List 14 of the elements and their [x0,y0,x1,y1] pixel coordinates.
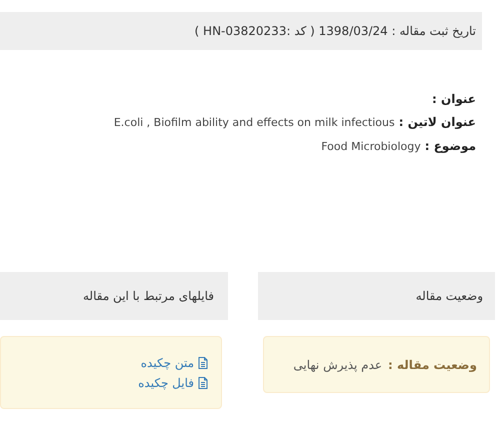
field-value: Food Microbiology [321,138,421,154]
status-label: وضعیت مقاله : [388,356,477,374]
field-label: عنوان لاتین : [398,114,476,131]
file-link[interactable]: متن چکیده [140,354,194,372]
field-label: موضوع : [424,138,476,154]
field-value: E.coli , Biofilm ability and effects on milk infectious [114,115,395,131]
file-link[interactable]: فایل چکیده [138,374,194,392]
panel-title: وضعیت مقاله [416,288,483,305]
field-label: عنوان : [432,91,476,108]
registration-date-text: تاریخ ثبت مقاله : 1398/03/24 ( کد :HN-03820233 ) [194,23,476,40]
panel-title: فایلهای مرتبط با این مقاله [83,288,214,305]
status-value: عدم پذیرش نهایی [293,356,382,374]
document-icon [198,376,208,388]
document-icon [198,356,208,368]
